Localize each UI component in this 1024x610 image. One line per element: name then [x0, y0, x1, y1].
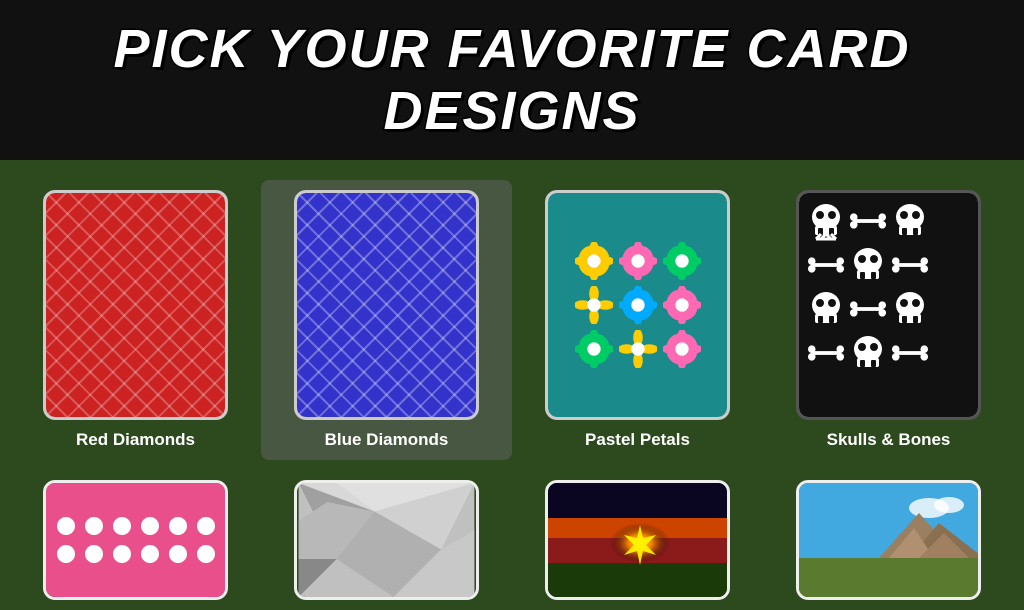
dot-1 — [57, 517, 75, 535]
flower-1 — [575, 242, 613, 280]
dot-5 — [169, 517, 187, 535]
dot-8 — [85, 545, 103, 563]
card-red-diamonds-inner — [46, 193, 225, 417]
bottom-card-item-sunset[interactable] — [512, 470, 763, 610]
card-blue-diamonds-wrapper — [294, 190, 479, 420]
card-item-red-diamonds[interactable]: Red Diamonds — [10, 180, 261, 460]
dot-11 — [169, 545, 187, 563]
flower-7 — [575, 330, 613, 368]
dot-6 — [197, 517, 215, 535]
card-item-blue-diamonds[interactable]: Blue Diamonds — [261, 180, 512, 460]
bottom-card-item-pink-dots[interactable] — [10, 470, 261, 610]
flower-2 — [619, 242, 657, 280]
card-blue-diamonds-label: Blue Diamonds — [325, 430, 449, 450]
card-item-skulls-bones[interactable]: Skulls & Bones — [763, 180, 1014, 460]
page-title: PICK YOUR FAVORITE CARD DESIGNS — [113, 19, 910, 141]
card-skulls-wrapper — [796, 190, 981, 420]
card-blue-diamonds-inner — [297, 193, 476, 417]
bottom-card-sunset — [545, 480, 730, 600]
cards-grid: Red Diamonds Blue Diamonds — [0, 160, 1024, 470]
card-red-diamonds-wrapper — [43, 190, 228, 420]
dot-12 — [197, 545, 215, 563]
pink-dots-inner — [46, 483, 225, 597]
card-skulls-inner — [799, 193, 978, 417]
bottom-cards-row — [0, 470, 1024, 610]
bones-4 — [849, 289, 887, 329]
bones-6 — [891, 333, 929, 373]
skull-5 — [891, 289, 929, 329]
bottom-card-landscape — [796, 480, 981, 600]
bones-2 — [807, 245, 845, 285]
skull-3 — [849, 245, 887, 285]
dot-3 — [113, 517, 131, 535]
flower-5 — [619, 286, 657, 324]
card-pastel-petals-wrapper — [545, 190, 730, 420]
flower-6 — [663, 286, 701, 324]
card-skulls-label: Skulls & Bones — [827, 430, 951, 450]
dot-7 — [57, 545, 75, 563]
card-pastel-petals-label: Pastel Petals — [585, 430, 690, 450]
flower-3 — [663, 242, 701, 280]
dot-10 — [141, 545, 159, 563]
header-banner: PICK YOUR FAVORITE CARD DESIGNS — [0, 0, 1024, 160]
bottom-card-geometric — [294, 480, 479, 600]
bones-5 — [807, 333, 845, 373]
flower-4 — [575, 286, 613, 324]
card-pastel-petals-inner — [548, 193, 727, 417]
dot-2 — [85, 517, 103, 535]
landscape-svg — [799, 483, 981, 600]
sunset-svg — [548, 483, 730, 600]
bottom-card-pink-dots — [43, 480, 228, 600]
card-item-pastel-petals[interactable]: Pastel Petals — [512, 180, 763, 460]
skull-6 — [849, 333, 887, 373]
card-red-diamonds-label: Red Diamonds — [76, 430, 195, 450]
flower-8 — [619, 330, 657, 368]
skull-4 — [807, 289, 845, 329]
geo-svg — [297, 483, 476, 597]
dot-9 — [113, 545, 131, 563]
bones-3 — [891, 245, 929, 285]
skull-1 — [807, 201, 845, 241]
bones-1 — [849, 201, 887, 241]
skull-2 — [891, 201, 929, 241]
flower-9 — [663, 330, 701, 368]
dot-4 — [141, 517, 159, 535]
bottom-card-item-landscape[interactable] — [763, 470, 1014, 610]
bottom-card-item-geometric[interactable] — [261, 470, 512, 610]
